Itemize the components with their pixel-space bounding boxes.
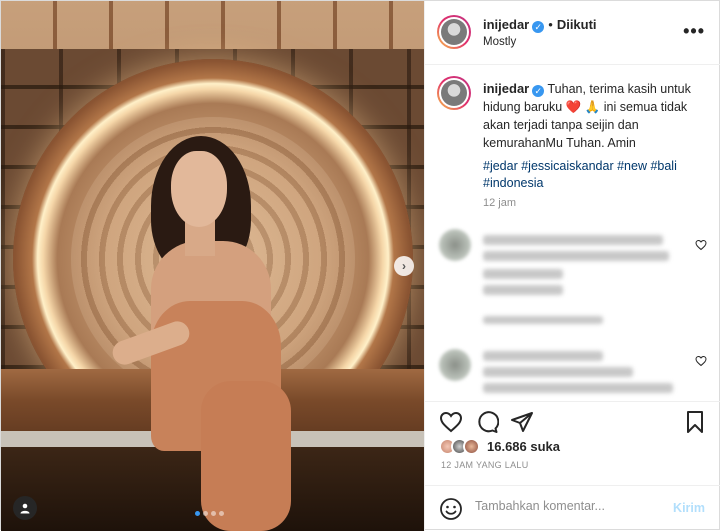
post-photo[interactable]: › xyxy=(1,1,424,531)
post-caption: inijedar ✓ Tuhan, terima kasih untuk hidu… xyxy=(483,80,713,152)
add-comment-bar: Kirim xyxy=(425,485,720,531)
post-actions: 16.686 suka 12 JAM YANG LALU xyxy=(425,401,720,485)
following-button[interactable]: Diikuti xyxy=(557,17,597,32)
caption-hashtags[interactable]: #jedar #jessicaiskandar #new #bali #indo… xyxy=(483,158,708,192)
post-header: inijedar ✓ • Diikuti Mostly ••• xyxy=(425,1,720,65)
avatar xyxy=(463,438,480,455)
post-side-panel: inijedar ✓ • Diikuti Mostly ••• inijedar ✓ T… xyxy=(424,1,720,531)
likes-count[interactable]: 16.686 suka xyxy=(487,439,560,454)
comment-icon[interactable] xyxy=(475,410,499,434)
next-photo-button[interactable]: › xyxy=(394,256,414,276)
comment-input[interactable] xyxy=(475,499,665,513)
share-icon[interactable] xyxy=(510,410,534,434)
photo-figure-legs xyxy=(201,381,291,531)
likes-number: 16.686 xyxy=(487,439,527,454)
likers-avatars[interactable] xyxy=(439,438,480,455)
chevron-right-icon: › xyxy=(402,259,406,273)
verified-badge-icon: ✓ xyxy=(532,85,545,97)
user-tag-button[interactable] xyxy=(13,496,37,520)
bookmark-icon[interactable] xyxy=(683,410,707,434)
photo-figure-face xyxy=(171,151,227,227)
carousel-dot xyxy=(203,511,208,516)
carousel-dot xyxy=(195,511,200,516)
caption-time: 12 jam xyxy=(483,197,517,209)
header-separator: • xyxy=(548,17,553,32)
more-options-icon[interactable]: ••• xyxy=(683,21,705,42)
heart-icon[interactable] xyxy=(439,410,463,434)
user-tag-icon xyxy=(20,503,30,514)
comment-like-icon[interactable] xyxy=(695,239,707,251)
post-timestamp[interactable]: 12 JAM YANG LALU xyxy=(441,460,529,470)
comment-like-icon[interactable] xyxy=(695,355,707,367)
caption-author-username[interactable]: inijedar xyxy=(483,81,529,96)
comment-avatar xyxy=(439,229,471,261)
caption-author-avatar[interactable] xyxy=(437,76,471,110)
author-avatar[interactable] xyxy=(437,15,471,49)
emoji-icon[interactable] xyxy=(439,497,463,521)
post-location[interactable]: Mostly xyxy=(483,36,516,48)
photo-ceiling xyxy=(1,1,424,49)
comment-item xyxy=(439,349,709,399)
send-comment-button[interactable]: Kirim xyxy=(673,501,705,515)
post-modal: › inijedar ✓ • Diikuti Mostly ••• inijed… xyxy=(0,0,720,531)
carousel-dot xyxy=(211,511,216,516)
comment-item xyxy=(439,229,709,329)
likes-suffix: suka xyxy=(530,439,561,454)
carousel-dot xyxy=(219,511,224,516)
comment-avatar xyxy=(439,349,471,381)
comments-section[interactable]: inijedar ✓ Tuhan, terima kasih untuk hidu… xyxy=(425,66,720,401)
carousel-dots xyxy=(195,511,224,516)
author-username[interactable]: inijedar xyxy=(483,17,529,32)
verified-badge-icon: ✓ xyxy=(532,21,545,33)
